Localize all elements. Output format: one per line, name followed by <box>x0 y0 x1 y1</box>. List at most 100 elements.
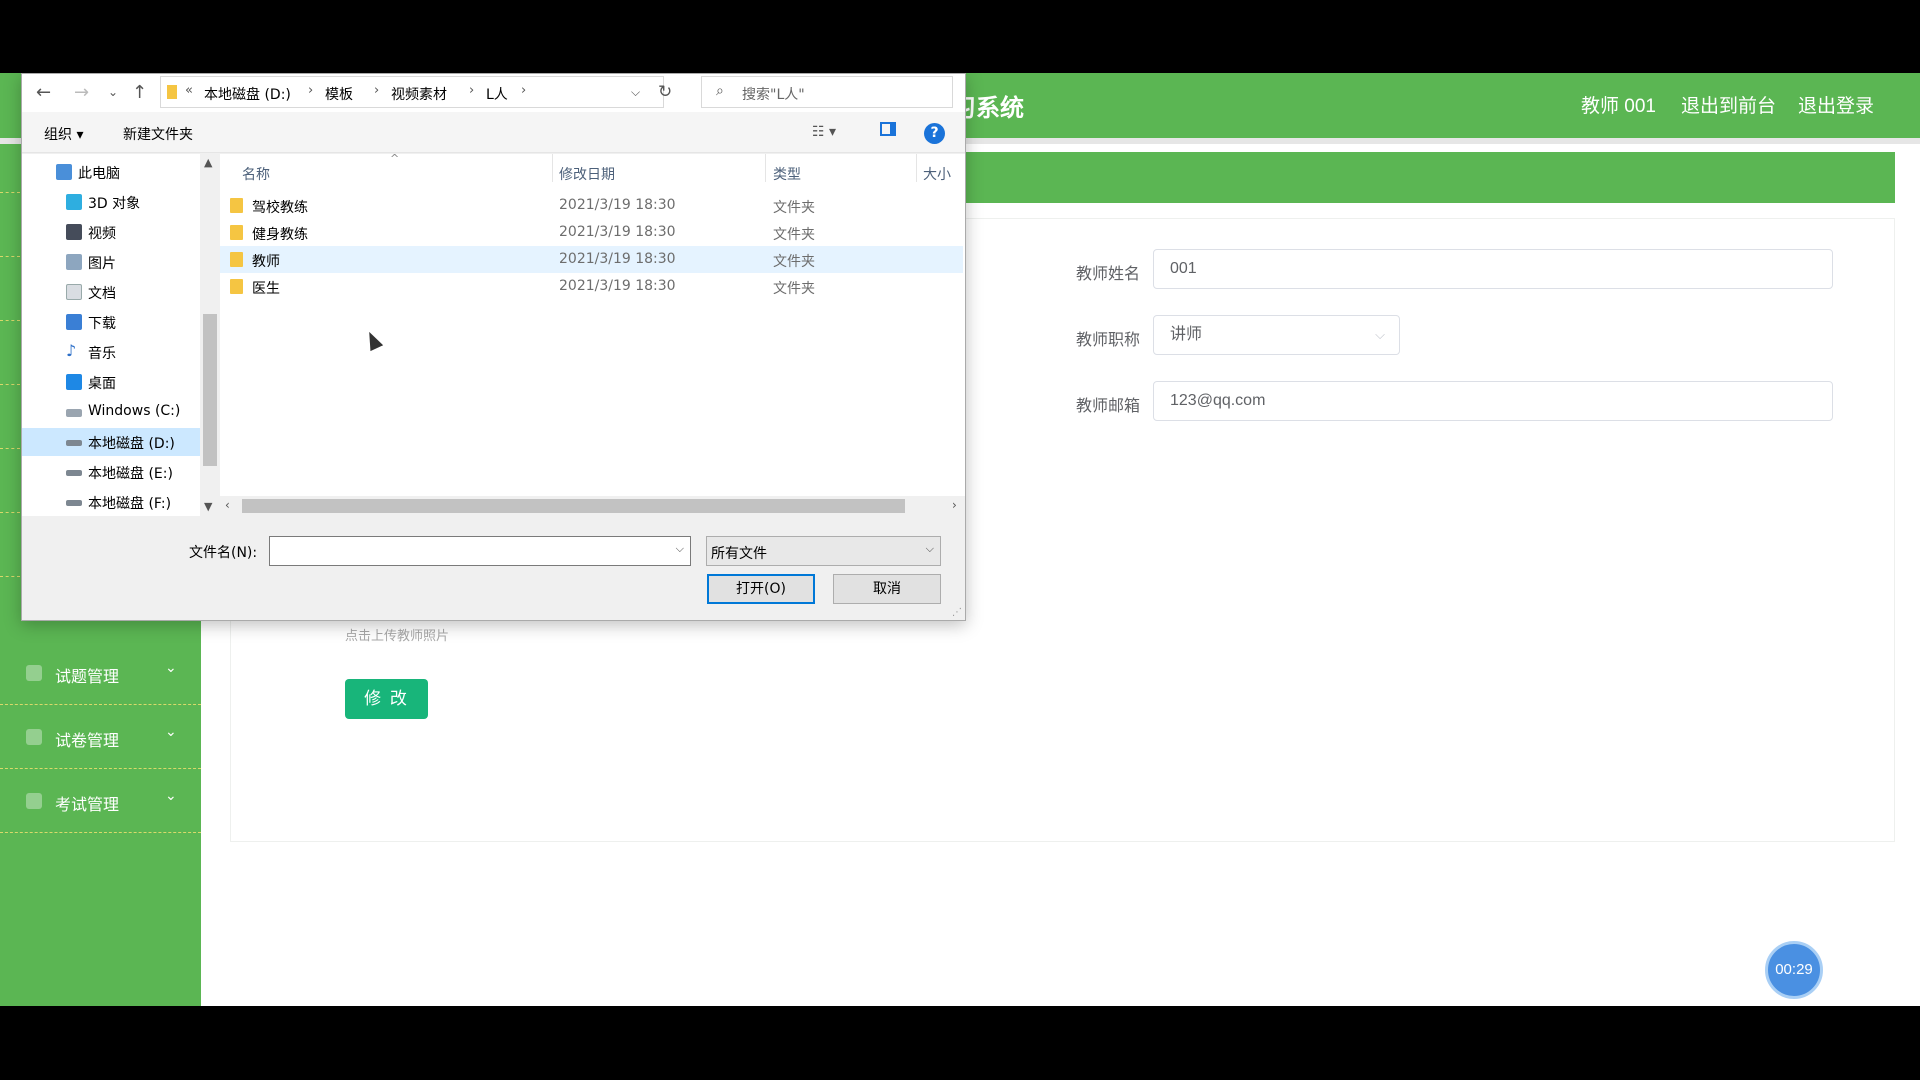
tree-item-label: 图片 <box>88 256 116 272</box>
search-placeholder: 搜索"L人" <box>742 87 805 103</box>
file-date: 2021/3/19 18:30 <box>559 278 676 294</box>
chevron-right-icon: › <box>374 83 380 98</box>
column-date[interactable]: 修改日期 <box>559 164 615 184</box>
forward-arrow-icon[interactable]: → <box>74 82 89 103</box>
chevron-down-icon: ⌄ <box>165 723 177 739</box>
organize-button[interactable]: 组织 ▾ <box>44 124 83 144</box>
sidebar-divider <box>0 576 20 577</box>
file-list-scrollbar[interactable]: ‹ › <box>220 496 965 516</box>
tree-item-drive-e[interactable]: 本地磁盘 (E:) <box>22 458 200 486</box>
sidebar-item-label: 考试管理 <box>55 797 120 814</box>
column-divider[interactable] <box>916 154 917 182</box>
screen: 习系统 教师 001 退出到前台 退出登录 试题管理 ⌄ 试卷管理 ⌄ 考试管理… <box>0 0 1920 1080</box>
navigation-scrollbar[interactable]: ▲ ▼ <box>200 154 220 516</box>
file-name: 驾校教练 <box>252 200 308 216</box>
teacher-name-input[interactable]: 001 <box>1153 249 1833 289</box>
organize-label: 组织 <box>44 127 72 143</box>
documents-icon <box>66 284 82 300</box>
sort-ascending-icon: ^ <box>390 152 400 165</box>
tree-item-documents[interactable]: 文档 <box>22 278 200 306</box>
drive-icon <box>66 440 82 446</box>
filetype-select[interactable]: 所有文件 ⌵ <box>706 536 941 566</box>
open-button[interactable]: 打开(O) <box>707 574 815 604</box>
folder-icon <box>230 225 243 240</box>
refresh-icon[interactable]: ↻ <box>658 82 672 102</box>
video-icon <box>66 224 82 240</box>
file-type: 文件夹 <box>773 281 815 297</box>
file-list: ^ 名称 修改日期 类型 大小 驾校教练 2021/3/19 18:30 文件夹… <box>220 152 965 516</box>
tree-item-label: 文档 <box>88 286 116 302</box>
crumb-people[interactable]: L人 <box>486 84 508 104</box>
file-row[interactable]: 教师 2021/3/19 18:30 文件夹 <box>220 246 963 273</box>
tree-item-this-pc[interactable]: 此电脑 <box>22 158 200 186</box>
teacher-title-select[interactable]: 讲师 ⌵ <box>1153 315 1400 355</box>
teacher-email-input[interactable]: 123@qq.com <box>1153 381 1833 421</box>
tree-item-label: 本地磁盘 (D:) <box>88 436 175 452</box>
address-bar[interactable]: « 本地磁盘 (D:) › 模板 › 视频素材 › L人 › ⌵ <box>160 76 664 108</box>
crumb-template[interactable]: 模板 <box>325 84 353 104</box>
sidebar-item-paper-management[interactable]: 试卷管理 ⌄ <box>0 705 201 769</box>
scroll-up-icon[interactable]: ▲ <box>204 156 212 169</box>
logout-link[interactable]: 退出登录 <box>1798 91 1874 118</box>
file-row[interactable]: 健身教练 2021/3/19 18:30 文件夹 <box>220 219 963 246</box>
help-icon[interactable]: ? <box>924 123 945 144</box>
tree-item-drive-d[interactable]: 本地磁盘 (D:) <box>22 428 200 456</box>
crumb-drive-d[interactable]: 本地磁盘 (D:) <box>204 84 291 104</box>
up-arrow-icon[interactable]: ↑ <box>132 82 147 103</box>
exit-to-front-link[interactable]: 退出到前台 <box>1681 91 1776 118</box>
search-input[interactable]: ⌕ 搜索"L人" <box>701 76 953 108</box>
tree-item-drive-f[interactable]: 本地磁盘 (F:) <box>22 488 200 516</box>
chevron-down-icon[interactable]: ⌵ <box>676 542 684 556</box>
path-overflow[interactable]: « <box>185 83 193 98</box>
modify-button[interactable]: 修 改 <box>345 679 428 719</box>
scroll-down-icon[interactable]: ▼ <box>204 500 212 513</box>
file-name: 医生 <box>252 281 280 297</box>
tree-item-desktop[interactable]: 桌面 <box>22 368 200 396</box>
tree-item-drive-c[interactable]: Windows (C:) <box>22 398 200 426</box>
view-options-icon[interactable]: ☷ ▾ <box>812 124 836 140</box>
sidebar-item-exam-management[interactable]: 考试管理 ⌄ <box>0 769 201 833</box>
folder-icon <box>230 198 243 213</box>
sidebar-item-question-management[interactable]: 试题管理 ⌄ <box>0 641 201 705</box>
photo-upload-hint[interactable]: 点击上传教师照片 <box>345 625 449 644</box>
tree-item-video[interactable]: 视频 <box>22 218 200 246</box>
file-type: 文件夹 <box>773 254 815 270</box>
scrollbar-thumb[interactable] <box>242 499 905 513</box>
back-arrow-icon[interactable]: ← <box>36 82 51 103</box>
preview-pane-icon[interactable] <box>880 122 896 136</box>
file-row[interactable]: 驾校教练 2021/3/19 18:30 文件夹 <box>220 192 963 219</box>
file-name: 教师 <box>252 254 280 270</box>
user-name-link[interactable]: 教师 001 <box>1581 91 1656 118</box>
drive-icon <box>66 500 82 506</box>
resize-grip-icon[interactable]: ⋰ <box>952 607 962 618</box>
tree-item-label: 3D 对象 <box>88 196 141 212</box>
tree-item-pictures[interactable]: 图片 <box>22 248 200 276</box>
file-type: 文件夹 <box>773 200 815 216</box>
scroll-left-icon[interactable]: ‹ <box>225 498 230 512</box>
paper-icon <box>26 729 42 745</box>
column-divider[interactable] <box>765 154 766 182</box>
tree-item-music[interactable]: ♪ 音乐 <box>22 338 200 366</box>
column-type[interactable]: 类型 <box>773 164 801 184</box>
tree-item-downloads[interactable]: 下载 <box>22 308 200 336</box>
scroll-right-icon[interactable]: › <box>952 498 957 512</box>
file-row[interactable]: 医生 2021/3/19 18:30 文件夹 <box>220 273 963 300</box>
sidebar-divider <box>0 448 20 449</box>
address-dropdown-icon[interactable]: ⌵ <box>631 85 640 100</box>
filename-input[interactable]: ⌵ <box>269 536 691 566</box>
sidebar-item-label: 试卷管理 <box>55 733 120 750</box>
filename-label: 文件名(N): <box>189 545 258 561</box>
new-folder-button[interactable]: 新建文件夹 <box>123 124 193 144</box>
dialog-toolbar: 组织 ▾ 新建文件夹 ☷ ▾ ? <box>22 112 965 153</box>
column-name[interactable]: 名称 <box>242 164 270 184</box>
tree-item-3d-objects[interactable]: 3D 对象 <box>22 188 200 216</box>
column-size[interactable]: 大小 <box>923 164 951 184</box>
recent-locations-icon[interactable]: ⌄ <box>108 85 118 99</box>
scrollbar-thumb[interactable] <box>203 314 217 466</box>
chevron-right-icon: › <box>469 83 475 98</box>
sidebar-item-label: 试题管理 <box>55 669 120 686</box>
cancel-button[interactable]: 取消 <box>833 574 941 604</box>
chevron-down-icon: ⌵ <box>1375 327 1385 342</box>
crumb-video-assets[interactable]: 视频素材 <box>391 84 447 104</box>
column-divider[interactable] <box>552 154 553 182</box>
